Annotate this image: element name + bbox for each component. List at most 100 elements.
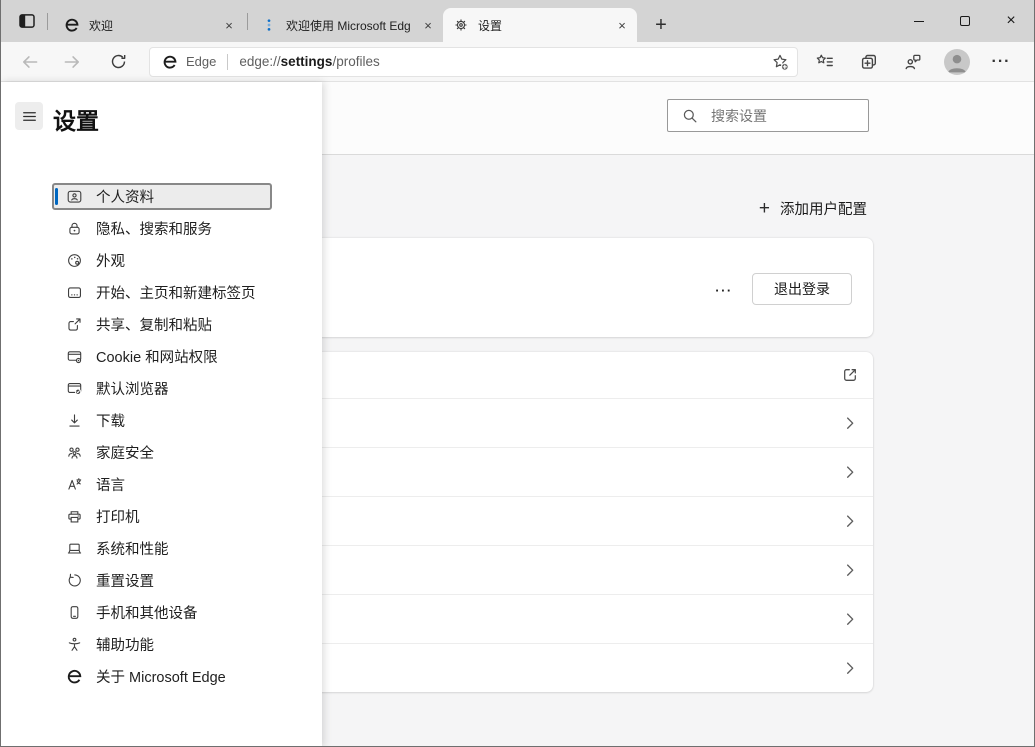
settings-page-title: 设置 [53,102,99,136]
edge-logo-icon [64,17,80,33]
browser-window: 欢迎 × 欢迎使用 Microsoft Edg × 设置 × + × Edge [0,0,1035,747]
sidebar-item-label: 个人资料 [96,186,154,207]
printers-icon [66,508,83,525]
star-add-icon [770,52,790,72]
add-profile-button[interactable]: + 添加用户配置 [755,193,871,223]
sidebar-item-15[interactable]: 关于 Microsoft Edge [52,663,272,690]
share-icon [66,316,83,333]
tab-separator [47,13,48,30]
accessibility-icon [66,636,83,653]
sidebar-item-4[interactable]: 共享、复制和粘贴 [52,311,272,338]
collections-button[interactable] [854,47,884,77]
workspaces-button[interactable] [13,7,41,35]
site-label: Edge [186,54,216,69]
chevron-right-icon [841,512,859,530]
close-icon: × [1006,13,1015,29]
avatar [944,49,970,75]
favorites-button[interactable] [810,47,840,77]
sidebar-item-12[interactable]: 重置设置 [52,567,272,594]
sidebar-item-5[interactable]: Cookie 和网站权限 [52,343,272,370]
downloads-icon [66,412,83,429]
address-bar[interactable]: Edge edge://settings/profiles [149,47,798,77]
maximize-icon [960,16,970,26]
maximize-button[interactable] [942,0,988,42]
languages-icon [66,476,83,493]
minimize-button[interactable] [896,0,942,42]
sidebar-item-13[interactable]: 手机和其他设备 [52,599,272,626]
hamburger-icon [21,108,38,125]
family-safety-icon [66,444,83,461]
sidebar-item-label: 共享、复制和粘贴 [96,314,212,335]
refresh-icon [109,52,128,71]
sidebar-item-label: 系统和性能 [96,538,169,559]
add-profile-label: 添加用户配置 [780,198,867,219]
url-text: edge://settings/profiles [239,54,379,69]
sidebar-item-2[interactable]: 外观 [52,247,272,274]
profile-avatar-button[interactable] [942,47,972,77]
tab-settings-active[interactable]: 设置 × [443,8,637,42]
sidebar-item-0[interactable]: 个人资料 [52,183,272,210]
sidebar-item-label: 打印机 [96,506,140,527]
new-tab-button[interactable]: + [647,11,675,39]
menu-button[interactable] [15,102,43,130]
external-link-icon [841,366,859,384]
settings-nav: 个人资料 隐私、搜索和服务 外观 开始、主页和新建标签页 共享、复制和粘贴 Co… [52,183,272,695]
close-window-button[interactable]: × [988,0,1034,42]
sidebar-item-10[interactable]: 打印机 [52,503,272,530]
sidebar-item-label: 辅助功能 [96,634,154,655]
sidebar-item-9[interactable]: 语言 [52,471,272,498]
tab-title: 设置 [478,17,613,34]
profile-more-options-button[interactable]: ··· [706,280,742,300]
sidebar-item-14[interactable]: 辅助功能 [52,631,272,658]
sidebar-item-label: Cookie 和网站权限 [96,346,218,367]
back-arrow-icon [20,52,40,72]
collections-icon [859,52,879,72]
settings-page: + 添加用户配置 ··· 退出登录 设置 个人资料 隐私、搜索和服务 外观 [1,82,1034,747]
sign-out-button[interactable]: 退出登录 [752,273,852,305]
system-performance-icon [66,540,83,557]
chevron-right-icon [841,610,859,628]
tab-close-button[interactable]: × [613,16,631,34]
tab-title: 欢迎 [89,17,220,34]
settings-sidebar: 设置 个人资料 隐私、搜索和服务 外观 开始、主页和新建标签页 共享、复制和粘贴… [1,82,322,747]
add-favorite-button[interactable] [767,49,793,75]
reset-icon [66,572,83,589]
tab-welcome-microsoft-edge[interactable]: 欢迎使用 Microsoft Edg × [251,8,443,42]
sidebar-item-11[interactable]: 系统和性能 [52,535,272,562]
url-suffix: /profiles [332,54,379,69]
tab-close-button[interactable]: × [220,16,238,34]
sidebar-item-3[interactable]: 开始、主页和新建标签页 [52,279,272,306]
sidebar-item-8[interactable]: 家庭安全 [52,439,272,466]
tab-close-button[interactable]: × [419,16,437,34]
tab-separator [247,13,248,30]
browser-toolbar: Edge edge://settings/profiles ··· [1,42,1034,82]
favorites-list-icon [815,52,835,72]
search-icon [681,107,699,125]
appearance-icon [66,252,83,269]
sidebar-item-label: 开始、主页和新建标签页 [96,282,256,303]
refresh-button[interactable] [104,48,132,76]
tab-welcome[interactable]: 欢迎 × [54,8,244,42]
phone-devices-icon [66,604,83,621]
forward-button[interactable] [58,48,86,76]
back-button[interactable] [16,48,44,76]
edge-site-icon [162,54,178,70]
profile-card-icon [66,188,83,205]
sidebar-item-7[interactable]: 下载 [52,407,272,434]
settings-and-more-button[interactable]: ··· [986,47,1016,77]
minimize-icon [914,21,924,22]
sidebar-item-6[interactable]: 默认浏览器 [52,375,272,402]
more-dots-icon: ··· [992,53,1011,71]
sidebar-item-label: 手机和其他设备 [96,602,198,623]
search-box [667,99,869,132]
chevron-right-icon [841,414,859,432]
feedback-button[interactable] [898,47,928,77]
titlebar: 欢迎 × 欢迎使用 Microsoft Edg × 设置 × + × [1,0,1034,42]
window-controls: × [896,0,1034,42]
url-emphasis: settings [281,54,333,69]
start-home-icon [66,284,83,301]
sidebar-item-1[interactable]: 隐私、搜索和服务 [52,215,272,242]
forward-arrow-icon [62,52,82,72]
about-edge-icon [66,668,83,685]
search-settings-input[interactable] [709,107,860,125]
